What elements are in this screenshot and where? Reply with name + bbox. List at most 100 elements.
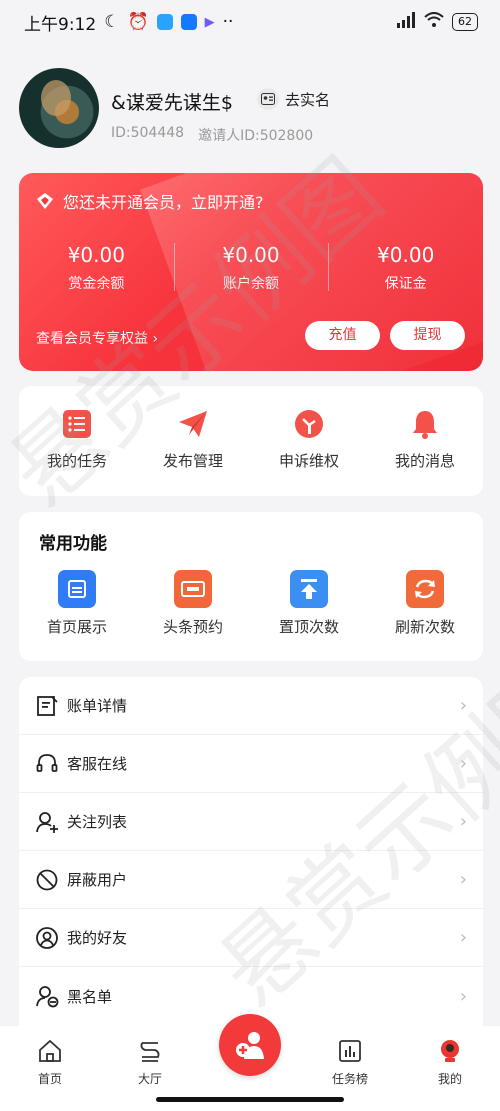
refresh-icon [406, 570, 444, 608]
headline-booking-button[interactable]: 头条预约 [135, 570, 251, 637]
follow-user-icon [36, 811, 58, 833]
chevron-right-icon: › [459, 695, 467, 716]
menu-item-follow-list[interactable]: 关注列表 › [19, 793, 483, 851]
publish-management-button[interactable]: 发布管理 [135, 386, 251, 496]
menu-label: 账单详情 [67, 697, 128, 715]
quick-label: 我的任务 [46, 452, 107, 470]
verify-label: 去实名 [285, 90, 331, 109]
headline-icon [174, 570, 212, 608]
avatar[interactable] [19, 68, 99, 148]
inviter-id: 邀请人ID:502800 [198, 128, 314, 144]
blacklist-icon [36, 986, 59, 1008]
pin-top-count-button[interactable]: 置顶次数 [251, 570, 367, 637]
common-label: 首页展示 [46, 618, 107, 636]
menu-label: 关注列表 [67, 813, 128, 831]
alarm-icon: ⏰ [127, 12, 149, 32]
verify-button[interactable]: 去实名 [257, 88, 330, 110]
balance-row: ¥0.00 赏金余额 ¥0.00 账户余额 ¥0.00 保证金 [19, 243, 483, 293]
vip-title: 您还未开通会员，立即开通? [63, 193, 264, 212]
account-balance[interactable]: ¥0.00 账户余额 [173, 243, 329, 293]
menu-label: 客服在线 [67, 755, 128, 773]
menu-item-blocked-users[interactable]: 屏蔽用户 › [19, 851, 483, 909]
id-card-icon [257, 88, 279, 110]
member-benefits-link[interactable]: 查看会员专享权益 › [36, 328, 158, 348]
my-messages-button[interactable]: 我的消息 [367, 386, 483, 496]
vip-prompt[interactable]: 您还未开通会员，立即开通? [35, 189, 264, 213]
my-tasks-button[interactable]: 我的任务 [19, 386, 135, 496]
home-display-icon [58, 570, 96, 608]
hall-icon [140, 1042, 160, 1062]
chevron-right-icon: › [459, 985, 467, 1007]
chevron-right-icon: › [459, 869, 467, 890]
app-notification-icon [156, 14, 173, 30]
tab-label: 任务榜 [331, 1072, 368, 1086]
status-right: 62 [396, 11, 478, 33]
tab-mine[interactable]: 我的 [400, 1026, 500, 1111]
quick-label: 申诉维权 [278, 452, 339, 470]
nickname: &谋爱先谋生$ [111, 92, 233, 114]
common-label: 头条预约 [162, 618, 223, 636]
chevron-right-icon: › [152, 331, 159, 347]
balance-label: 保证金 [384, 276, 427, 292]
tab-label: 首页 [37, 1072, 62, 1086]
profile-header: &谋爱先谋生$ 去实名 ID:504448 邀请人ID:502800 [0, 44, 500, 174]
tab-home[interactable]: 首页 [0, 1026, 100, 1111]
menu-item-my-friends[interactable]: 我的好友 › [19, 909, 483, 967]
chevron-right-icon: › [459, 811, 467, 832]
paper-plane-icon [179, 411, 207, 437]
pin-top-icon [290, 570, 328, 608]
diamond-icon [37, 193, 53, 209]
menu-label: 黑名单 [67, 987, 113, 1006]
section-title: 常用功能 [39, 534, 107, 554]
bounty-balance[interactable]: ¥0.00 赏金余额 [19, 243, 174, 293]
id-line: ID:504448 邀请人ID:502800 [111, 125, 313, 145]
chevron-right-icon: › [459, 753, 467, 774]
publish-icon [236, 1032, 264, 1059]
appeal-icon [295, 410, 323, 438]
balance-value: ¥0.00 [222, 243, 280, 267]
balance-label: 账户余额 [223, 276, 279, 292]
task-list-icon [63, 410, 91, 438]
balance-value: ¥0.00 [377, 243, 435, 267]
common-row: 首页展示 头条预约 置顶次数 刷新次数 [19, 570, 483, 637]
recharge-button[interactable]: 充值 [305, 321, 380, 350]
balance-value: ¥0.00 [67, 243, 125, 267]
refresh-count-button[interactable]: 刷新次数 [367, 570, 483, 637]
chart-icon [339, 1040, 361, 1062]
signal-icon [396, 11, 416, 33]
home-display-button[interactable]: 首页展示 [19, 570, 135, 637]
quick-label: 我的消息 [394, 452, 455, 470]
withdraw-button[interactable]: 提现 [390, 321, 465, 350]
common-label: 刷新次数 [394, 618, 455, 636]
friend-icon [36, 926, 58, 949]
vip-card[interactable]: 您还未开通会员，立即开通? ¥0.00 赏金余额 ¥0.00 账户余额 ¥0.0… [19, 173, 483, 371]
block-icon [36, 869, 58, 890]
menu-item-bill-details[interactable]: 账单详情 › [19, 677, 483, 735]
status-time: 上午9:12 [24, 14, 97, 35]
quick-label: 发布管理 [162, 452, 223, 470]
balance-label: 赏金余额 [68, 276, 125, 292]
menu-label: 屏蔽用户 [67, 871, 128, 889]
status-left: 上午9:12 ☾ ⏰ ▶ ·· [24, 10, 233, 35]
play-icon: ▶ [204, 14, 215, 30]
profile-icon [441, 1040, 459, 1062]
more-icon: ·· [222, 12, 234, 32]
chevron-right-icon: › [459, 927, 467, 948]
publish-task-button[interactable] [219, 1014, 281, 1076]
menu-item-customer-service[interactable]: 客服在线 › [19, 735, 483, 793]
moon-icon: ☾ [104, 12, 120, 32]
home-indicator [156, 1097, 344, 1102]
deposit-balance[interactable]: ¥0.00 保证金 [328, 243, 483, 293]
appeal-button[interactable]: 申诉维权 [251, 386, 367, 496]
home-icon [39, 1039, 61, 1062]
battery-indicator: 62 [452, 13, 478, 31]
alipay-icon [180, 14, 197, 30]
tab-label: 大厅 [137, 1072, 162, 1086]
benefit-text: 查看会员专享权益 [36, 331, 148, 347]
bell-icon [413, 411, 437, 439]
bill-icon [37, 695, 58, 716]
menu-list: 账单详情 › 客服在线 › 关注列表 › 屏蔽用户 › 我的好友 › 黑名单 › [19, 677, 483, 1037]
quick-actions: 我的任务 发布管理 申诉维权 我的消息 [19, 386, 483, 496]
user-id: ID:504448 [111, 125, 185, 141]
common-label: 置顶次数 [278, 618, 339, 636]
